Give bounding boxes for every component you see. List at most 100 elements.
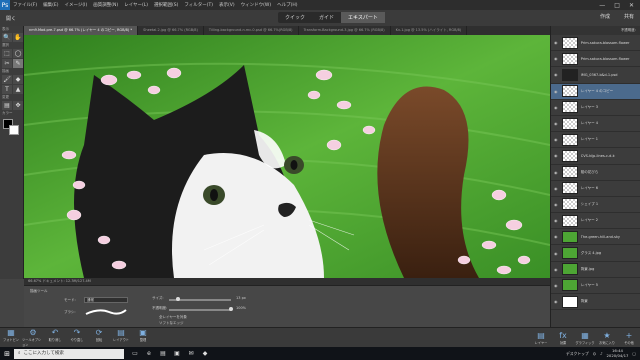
text-tool-icon[interactable]: T — [2, 85, 12, 94]
task-view-icon[interactable]: ▭ — [130, 349, 140, 359]
eye-icon[interactable]: ◉ — [554, 251, 559, 256]
eye-icon[interactable]: ◉ — [554, 234, 559, 239]
eye-icon[interactable]: ◉ — [554, 299, 559, 304]
bottom-button[interactable]: ▣ 整理 — [132, 328, 154, 347]
bottom-button[interactable]: ★ お気に入り — [596, 331, 618, 345]
bottom-button[interactable]: ▦ グラフィック — [574, 331, 596, 345]
ellipse-tool-icon[interactable]: ◯ — [13, 49, 23, 58]
doc-tab[interactable]: Sheetal.2.jpg @ 66.7% (RGB/8) — [138, 26, 204, 35]
mail-icon[interactable]: ✉ — [186, 349, 196, 359]
maximize-icon[interactable]: □ — [614, 2, 620, 9]
move-tool-icon[interactable]: ✥ — [13, 101, 23, 110]
bottom-button[interactable]: ▤ レイヤー — [530, 331, 552, 345]
menu-edit[interactable]: 編集(E) — [40, 2, 61, 8]
menu-select[interactable]: 選択範囲(S) — [151, 2, 181, 8]
taskbar-clock[interactable]: 16:44 2020/04/17 — [607, 348, 629, 358]
marquee-tool-icon[interactable]: ⬚ — [2, 49, 12, 58]
layer-row[interactable]: ◉ レイヤー 5 — [551, 278, 640, 294]
open-button[interactable]: 開く — [6, 15, 16, 22]
eye-icon[interactable]: ◉ — [554, 186, 559, 191]
menu-file[interactable]: ファイル(F) — [10, 2, 40, 8]
eye-icon[interactable]: ◉ — [554, 56, 559, 61]
layer-row[interactable]: ◉ 背景 — [551, 294, 640, 311]
eye-icon[interactable]: ◉ — [554, 202, 559, 207]
menu-enhance[interactable]: 画質調整(N) — [90, 2, 121, 8]
layer-row[interactable]: ◉ 背景.jpg — [551, 262, 640, 278]
color-swatch-icon[interactable] — [3, 119, 21, 135]
layer-row[interactable]: ◉ Prim-sakura-blossom-flower — [551, 35, 640, 52]
image-canvas[interactable] — [24, 35, 550, 278]
eye-icon[interactable]: ◉ — [554, 170, 559, 175]
layer-row[interactable]: ◉ レイヤー 1 — [551, 132, 640, 149]
layer-row[interactable]: ◉ レイヤー 4 — [551, 116, 640, 133]
eye-icon[interactable]: ◉ — [554, 283, 559, 288]
network-icon[interactable]: ⌬ — [593, 351, 596, 356]
photoshop-elements-taskbar-icon[interactable]: ◆ — [200, 349, 210, 359]
layer-row[interactable]: ◉ グラス 4.jpg — [551, 245, 640, 262]
bottom-button[interactable]: ↶ 取り消し — [44, 328, 66, 347]
mode-expert[interactable]: エキスパート — [341, 12, 385, 23]
layer-row[interactable]: ◉ レイヤー 2 — [551, 213, 640, 230]
eye-icon[interactable]: ◉ — [554, 153, 559, 158]
close-icon[interactable]: ✕ — [629, 2, 634, 9]
opacity-slider[interactable] — [169, 309, 231, 311]
menu-help[interactable]: ヘルプ(H) — [274, 2, 300, 8]
soft-edge-checkbox[interactable]: ソフトなエッジ — [159, 321, 184, 326]
doc-tab[interactable]: Transform-Background-3.jpg @ 66.7% (RGB/… — [299, 26, 391, 35]
bottom-button[interactable]: ▦ フォトビン — [0, 328, 22, 347]
desktop-label[interactable]: デスクトップ — [566, 351, 589, 357]
layer-row[interactable]: ◉ レイヤー 4 のコピー — [551, 83, 640, 100]
menu-window[interactable]: ウィンドウ(W) — [238, 2, 274, 8]
eye-icon[interactable]: ◉ — [554, 137, 559, 142]
eye-icon[interactable]: ◉ — [554, 121, 559, 126]
bottom-button[interactable]: ↷ やり直し — [66, 328, 88, 347]
crop-tool-icon[interactable]: ▤ — [2, 101, 12, 110]
bottom-button[interactable]: ⟳ 回転 — [88, 328, 110, 347]
menu-view[interactable]: 表示(V) — [216, 2, 238, 8]
brush-tool-icon[interactable]: 🖌 — [2, 75, 12, 84]
mode-select[interactable]: 通常 — [84, 297, 128, 303]
layer-row[interactable]: ◉ レイヤー 3 — [551, 100, 640, 116]
windows-start-icon[interactable]: ⊞ — [0, 347, 14, 360]
minimize-icon[interactable]: — — [599, 2, 605, 9]
layer-row[interactable]: ◉ The-green-hill-and-sky — [551, 229, 640, 246]
layer-row[interactable]: ◉ 桜の花びら — [551, 165, 640, 181]
eye-icon[interactable]: ◉ — [554, 72, 559, 77]
opacity-slider-knob[interactable] — [229, 307, 233, 311]
menu-image[interactable]: イメージ(I) — [61, 2, 90, 8]
eye-icon[interactable]: ◉ — [554, 267, 559, 272]
layer-row[interactable]: ◉ シェイプ 1 — [551, 197, 640, 214]
selection-brush-icon[interactable]: ✎ — [13, 59, 23, 68]
layer-row[interactable]: ◉ レイヤー 6 — [551, 181, 640, 197]
notification-icon[interactable]: ▢ — [632, 351, 636, 356]
store-icon[interactable]: ▣ — [172, 349, 182, 359]
bottom-button[interactable]: ▤ レイアウト — [110, 328, 132, 347]
eye-icon[interactable]: ◉ — [554, 105, 559, 110]
menu-layer[interactable]: レイヤー(L) — [121, 2, 151, 8]
lasso-tool-icon[interactable]: ✂ — [2, 59, 12, 68]
edge-browser-icon[interactable]: e — [144, 349, 154, 359]
doc-tab[interactable]: Tilling-background-n.mc-0.psd @ 66.7%(RG… — [204, 26, 299, 35]
eye-icon[interactable]: ◉ — [554, 218, 559, 223]
doc-tab[interactable]: Kv-1.jpg @ 13.5% (ハイライト, RGB/8) — [391, 26, 468, 35]
create-button[interactable]: 作成 — [600, 13, 610, 20]
eraser-tool-icon[interactable]: ◆ — [13, 75, 23, 84]
bottom-button[interactable]: fx 効果 — [552, 331, 574, 345]
file-explorer-icon[interactable]: ▤ — [158, 349, 168, 359]
eye-icon[interactable]: ◉ — [554, 40, 559, 45]
bottom-button[interactable]: + その他 — [618, 331, 640, 345]
all-layers-checkbox[interactable]: 全レイヤーを対象 — [159, 315, 187, 320]
layer-row[interactable]: ◉ CVS-kijp-lines-c-d-k — [551, 148, 640, 165]
bottom-button[interactable]: ⚙ ツールオプション — [22, 328, 44, 347]
doc-tab[interactable]: nm9.Mod.pre-7.psd @ 66.7% (レイヤー 4 のコピー, … — [24, 26, 139, 35]
layer-row[interactable]: ◉ Prim-sakura-blossom-flower — [551, 51, 640, 68]
eye-icon[interactable]: ◉ — [554, 89, 559, 94]
taskbar-search-input[interactable]: ⌕ ここに入力して検索 — [14, 348, 124, 359]
hand-tool-icon[interactable]: ✋ — [13, 33, 23, 42]
layer-row[interactable]: ◉ IMG_0367-b&d-1.psd — [551, 67, 640, 84]
shape-tool-icon[interactable]: ▲ — [13, 85, 23, 94]
brush-preview[interactable] — [84, 307, 128, 317]
menu-filter[interactable]: フィルター(T) — [181, 2, 216, 8]
zoom-tool-icon[interactable]: 🔍 — [2, 33, 12, 42]
mode-quick[interactable]: クイック — [278, 12, 312, 23]
